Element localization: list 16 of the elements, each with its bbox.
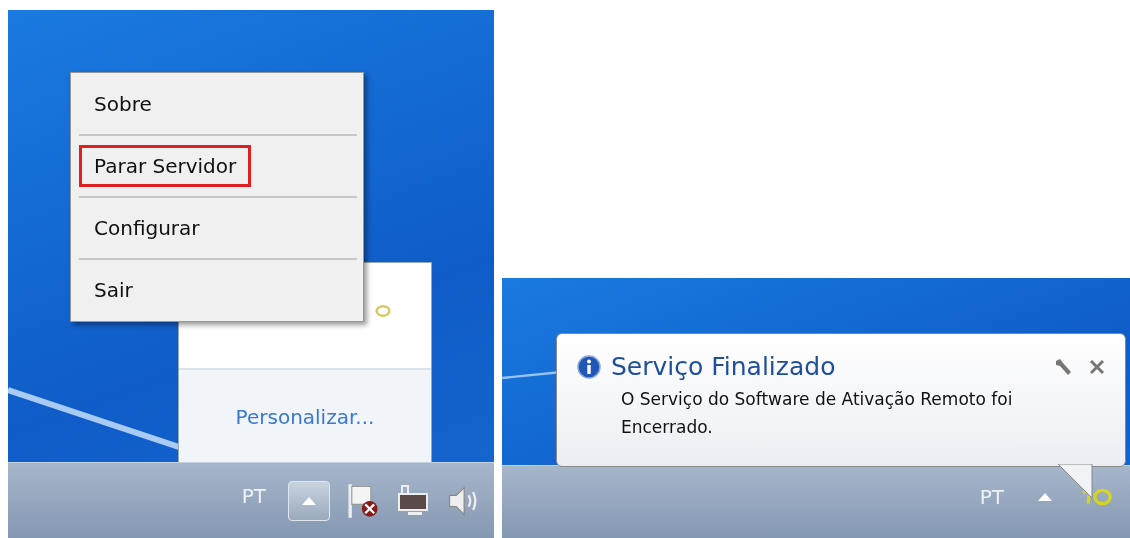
info-icon [577, 354, 601, 379]
wrench-icon[interactable] [1053, 356, 1073, 377]
flag-error-icon[interactable] [346, 481, 380, 520]
customize-link[interactable]: Personalizar... [235, 404, 375, 429]
up-arrow-icon [302, 496, 316, 505]
show-hidden-icons-arrow-icon[interactable] [1038, 493, 1052, 501]
menu-item[interactable]: Sobre [79, 83, 167, 125]
ring-logo-icon [373, 303, 393, 319]
menu-item[interactable]: Parar Servidor [79, 145, 252, 187]
show-hidden-icons-button[interactable] [288, 480, 330, 521]
close-icon[interactable] [1089, 358, 1105, 375]
menu-item[interactable]: Sair [79, 269, 148, 311]
menu-item[interactable]: Configurar [79, 207, 215, 249]
notification-message: O Serviço do Software de Ativação Remoto foi Encerrado. [621, 388, 1014, 439]
notification-title: Serviço Finalizado [611, 352, 837, 381]
app-tray-icon[interactable] [1080, 486, 1114, 508]
